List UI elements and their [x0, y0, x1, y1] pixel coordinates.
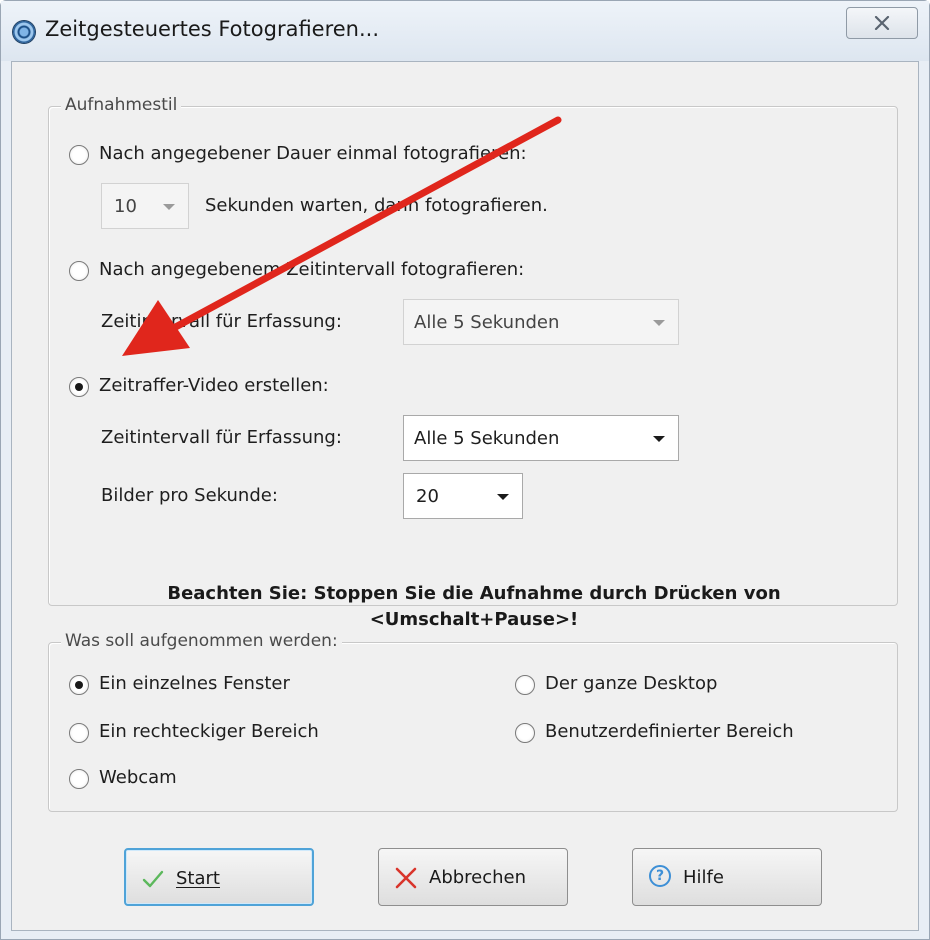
timelapse-interval-select[interactable]: Alle 5 Sekunden	[403, 415, 679, 461]
interval-value: Alle 5 Sekunden	[414, 312, 560, 333]
delay-suffix-label: Sekunden warten, dann fotografieren.	[205, 195, 548, 216]
capture-style-group: Aufnahmestil Nach angegebener Dauer einm…	[48, 95, 898, 630]
custom-region-label: Benutzerdefinierter Bereich	[545, 721, 794, 742]
x-icon	[395, 867, 417, 889]
capture-target-group: Was soll aufgenommen werden: Ein einzeln…	[48, 631, 898, 812]
radio-timelapse[interactable]	[69, 377, 89, 397]
window-title: Zeitgesteuertes Fotografieren...	[45, 17, 380, 41]
cancel-button-label: Abbrechen	[429, 867, 527, 888]
interval-label: Zeitintervall für Erfassung:	[101, 311, 342, 332]
start-button[interactable]: Start	[124, 848, 314, 906]
single-window-label: Ein einzelnes Fenster	[99, 673, 290, 694]
radio-whole-desktop[interactable]	[515, 675, 535, 695]
capture-target-legend: Was soll aufgenommen werden:	[61, 631, 342, 651]
stop-hint: Beachten Sie: Stoppen Sie die Aufnahme d…	[49, 581, 899, 633]
dialog-client-area: Aufnahmestil Nach angegebener Dauer einm…	[11, 61, 919, 931]
app-shutter-icon	[13, 21, 35, 43]
stop-hint-line2: <Umschalt+Pause>!	[369, 609, 579, 630]
chevron-down-icon	[640, 300, 678, 344]
chevron-down-icon	[640, 416, 678, 460]
radio-single-window[interactable]	[69, 675, 89, 695]
radio-capture-once[interactable]	[69, 145, 89, 165]
close-button[interactable]	[846, 7, 918, 39]
interval-select[interactable]: Alle 5 Sekunden	[403, 299, 679, 345]
chevron-down-icon	[484, 474, 522, 518]
capture-once-label: Nach angegebener Dauer einmal fotografie…	[99, 143, 527, 164]
delay-seconds-value: 10	[114, 196, 137, 217]
title-bar[interactable]: Zeitgesteuertes Fotografieren...	[1, 1, 929, 61]
dialog-window: Zeitgesteuertes Fotografieren... Aufnahm…	[0, 0, 930, 940]
radio-custom-region[interactable]	[515, 723, 535, 743]
radio-rectangular-region[interactable]	[69, 723, 89, 743]
whole-desktop-label: Der ganze Desktop	[545, 673, 718, 694]
delay-seconds-select[interactable]: 10	[101, 183, 189, 229]
fps-value: 20	[416, 486, 439, 507]
fps-select[interactable]: 20	[403, 473, 523, 519]
start-button-label: Start	[176, 868, 220, 889]
radio-capture-interval[interactable]	[69, 261, 89, 281]
stop-hint-line1: Beachten Sie: Stoppen Sie die Aufnahme d…	[167, 583, 781, 604]
rectangular-region-label: Ein rechteckiger Bereich	[99, 721, 319, 742]
chevron-down-icon	[150, 184, 188, 228]
close-icon	[874, 16, 890, 30]
help-button[interactable]: ? Hilfe	[632, 848, 822, 906]
capture-interval-label: Nach angegebenem Zeitintervall fotografi…	[99, 259, 525, 280]
timelapse-label: Zeitraffer-Video erstellen:	[99, 375, 329, 396]
capture-style-legend: Aufnahmestil	[61, 95, 182, 115]
help-button-label: Hilfe	[683, 867, 724, 888]
checkmark-icon	[142, 870, 164, 888]
question-icon: ?	[649, 865, 671, 887]
radio-webcam[interactable]	[69, 769, 89, 789]
timelapse-interval-label: Zeitintervall für Erfassung:	[101, 427, 342, 448]
webcam-label: Webcam	[99, 767, 177, 788]
timelapse-interval-value: Alle 5 Sekunden	[414, 428, 560, 449]
fps-label: Bilder pro Sekunde:	[101, 485, 278, 506]
cancel-button[interactable]: Abbrechen	[378, 848, 568, 906]
